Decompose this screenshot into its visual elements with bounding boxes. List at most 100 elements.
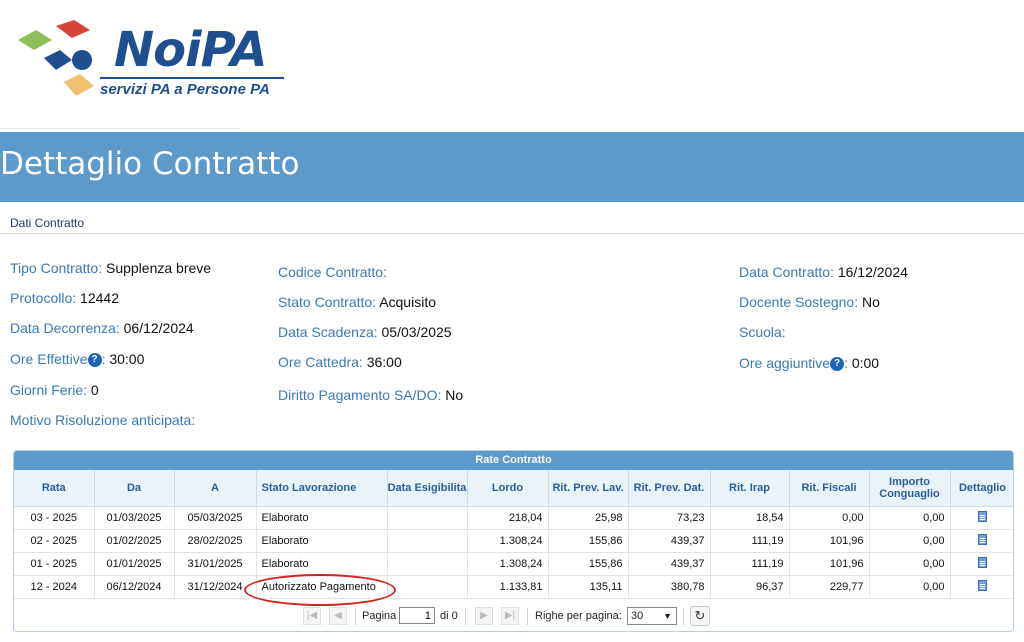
pager: |◀ ◀ Pagina di 0 ▶ ▶| Righe per pagina: … xyxy=(13,604,1014,630)
header-separator xyxy=(0,128,240,129)
table-cell: 02 - 2025 xyxy=(14,529,95,553)
table-cell: 439,37 xyxy=(628,552,711,576)
dettaglio-cell[interactable] xyxy=(950,552,1013,576)
document-icon[interactable] xyxy=(978,510,987,522)
table-cell: 1.308,24 xyxy=(467,529,549,553)
field-label: Giorni Ferie: xyxy=(10,382,88,398)
table-cell: Elaborato xyxy=(256,529,388,553)
title-bar: Dettaglio Contratto xyxy=(0,132,1024,202)
section-title: Dati Contratto xyxy=(10,216,85,230)
table-cell: 31/12/2024 xyxy=(174,575,257,599)
page-number-input[interactable] xyxy=(399,607,435,624)
prev-page-button[interactable]: ◀ xyxy=(329,607,347,625)
table-cell: 0,00 xyxy=(869,552,951,576)
field-label: Data Contratto: xyxy=(739,264,834,280)
field-ore-effettive: Ore Effettive?: 30:00 xyxy=(10,351,145,367)
first-page-button[interactable]: |◀ xyxy=(303,607,321,625)
field-docente-sostegno: Docente Sostegno: No xyxy=(739,294,880,310)
table-cell: 155,86 xyxy=(548,552,629,576)
table-cell: 0,00 xyxy=(869,529,951,553)
field-label: Stato Contratto: xyxy=(278,294,377,310)
rows-per-page-value: 30 xyxy=(631,610,644,622)
column-header[interactable]: Rit. Irap xyxy=(710,470,790,507)
help-icon[interactable]: ? xyxy=(87,353,102,367)
field-value: 30:00 xyxy=(109,351,145,367)
table-cell: Elaborato xyxy=(256,552,388,576)
field-diritto-pagamento: Diritto Pagamento SA/DO: No xyxy=(278,387,463,403)
field-label: Ore aggiuntive xyxy=(739,355,831,371)
document-icon[interactable] xyxy=(978,556,987,568)
noipa-logo: NoiPA servizi PA a Persone PA xyxy=(14,18,294,108)
table-row[interactable]: 12 - 2024 06/12/2024 31/12/2024 Autorizzato… xyxy=(14,575,1013,599)
field-label: Ore Cattedra: xyxy=(278,354,363,370)
table-cell: 18,54 xyxy=(710,506,790,530)
field-label: Docente Sostegno: xyxy=(739,294,859,310)
refresh-button[interactable]: ↻ xyxy=(690,606,710,626)
table-row[interactable]: 03 - 2025 01/03/2025 05/03/2025 Elaborato 21… xyxy=(14,506,1013,530)
field-label: Motivo Risoluzione anticipata: xyxy=(10,412,196,428)
column-header[interactable]: Data Esigibilita xyxy=(387,470,468,507)
table-row[interactable]: 01 - 2025 01/01/2025 31/01/2025 Elaborato 1.… xyxy=(14,552,1013,576)
column-header[interactable]: Rit. Fiscali xyxy=(789,470,870,507)
field-label: Protocollo: xyxy=(10,290,77,306)
field-value: 0:00 xyxy=(851,355,880,371)
field-value: 16/12/2024 xyxy=(837,264,908,280)
field-protocollo: Protocollo: 12442 xyxy=(10,290,119,306)
table-cell xyxy=(387,506,468,530)
field-tipo-contratto: Tipo Contratto: Supplenza breve xyxy=(10,260,211,276)
table-cell: Elaborato xyxy=(256,506,388,530)
dettaglio-cell[interactable] xyxy=(950,529,1013,553)
table-cell: 111,19 xyxy=(710,529,790,553)
column-header[interactable]: Lordo xyxy=(467,470,549,507)
table-cell: 0,00 xyxy=(789,506,870,530)
field-data-scadenza: Data Scadenza: 05/03/2025 xyxy=(278,324,452,340)
pager-separator xyxy=(683,608,684,625)
table-cell: 01/03/2025 xyxy=(94,506,175,530)
rows-per-page-select[interactable]: 30 ▼ xyxy=(627,607,677,625)
last-page-button[interactable]: ▶| xyxy=(501,607,519,625)
table-cell: 01/02/2025 xyxy=(94,529,175,553)
table-cell: 12 - 2024 xyxy=(14,575,95,599)
column-header[interactable]: Importo Conguaglio xyxy=(869,470,951,507)
field-label: Data Decorrenza: xyxy=(10,320,120,336)
field-value: 06/12/2024 xyxy=(123,320,194,336)
dettaglio-cell[interactable] xyxy=(950,575,1013,599)
field-codice-contratto: Codice Contratto: xyxy=(278,264,387,280)
page-title: Dettaglio Contratto xyxy=(0,146,300,182)
table-cell: 135,11 xyxy=(548,575,629,599)
table-cell: 1.308,24 xyxy=(467,552,549,576)
column-header[interactable]: Rit. Prev. Dat. xyxy=(628,470,711,507)
table-cell: 1.133,81 xyxy=(467,575,549,599)
field-label: Scuola: xyxy=(739,324,786,340)
column-header[interactable]: Rata xyxy=(14,470,95,507)
column-header[interactable]: Dettaglio xyxy=(950,470,1013,507)
table-cell: 28/02/2025 xyxy=(174,529,257,553)
column-header[interactable]: A xyxy=(174,470,257,507)
rate-table: Rata Da A Stato Lavorazione Data Esigibilita… xyxy=(14,470,1013,599)
document-icon[interactable] xyxy=(978,579,987,591)
field-data-decorrenza: Data Decorrenza: 06/12/2024 xyxy=(10,320,194,336)
table-cell: 01/01/2025 xyxy=(94,552,175,576)
next-page-button[interactable]: ▶ xyxy=(475,607,493,625)
refresh-icon: ↻ xyxy=(694,608,706,623)
field-label: Diritto Pagamento SA/DO: xyxy=(278,387,442,403)
field-value: Supplenza breve xyxy=(105,260,212,276)
table-cell: 31/01/2025 xyxy=(174,552,257,576)
table-cell: 101,96 xyxy=(789,529,870,553)
help-icon[interactable]: ? xyxy=(830,357,845,371)
dettaglio-cell[interactable] xyxy=(950,506,1013,530)
document-icon[interactable] xyxy=(978,533,987,545)
column-header[interactable]: Da xyxy=(94,470,175,507)
column-header[interactable]: Rit. Prev. Lav. xyxy=(548,470,629,507)
grid-caption: Rate Contratto xyxy=(14,451,1013,470)
field-ore-aggiuntive: Ore aggiuntive?: 0:00 xyxy=(739,355,880,371)
section-divider xyxy=(0,233,1024,234)
table-cell: 06/12/2024 xyxy=(94,575,175,599)
column-header[interactable]: Stato Lavorazione xyxy=(256,470,388,507)
table-cell xyxy=(387,575,468,599)
table-cell: 101,96 xyxy=(789,552,870,576)
pager-total-label: di 0 xyxy=(440,610,458,622)
field-data-contratto: Data Contratto: 16/12/2024 xyxy=(739,264,908,280)
table-row[interactable]: 02 - 2025 01/02/2025 28/02/2025 Elaborato 1.… xyxy=(14,529,1013,553)
table-cell xyxy=(387,552,468,576)
